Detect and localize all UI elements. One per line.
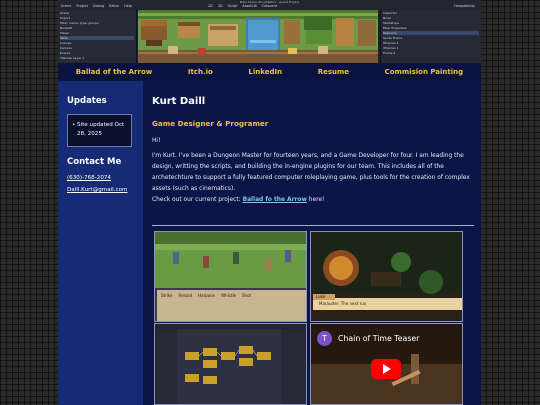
editor-menu-item: Editor bbox=[109, 4, 120, 8]
gameplay-art-1 bbox=[155, 232, 306, 321]
nav-link-resume[interactable]: Resume bbox=[318, 68, 349, 76]
inspector-row: Filter Properties bbox=[383, 26, 407, 30]
editor-menu: Scene Project Debug Editor Help bbox=[61, 4, 132, 9]
editor-scene-dock: Scene Import Filter: name, type, groups … bbox=[58, 10, 137, 63]
sidebar: Updates Site updated Oct 28, 2025 Contac… bbox=[58, 81, 143, 405]
editor-workspace-tabs: 2D 3D Script AssetLib Cutscene bbox=[208, 4, 277, 9]
scene-row: Table bbox=[60, 36, 134, 40]
gameplay-screenshot-2[interactable]: Luke Marauder: The next run bbox=[310, 231, 463, 322]
editor-tab: 2D bbox=[208, 4, 213, 8]
gameplay-screenshot-1[interactable]: Strike Reload Harpoon Whistle Shot bbox=[154, 231, 307, 322]
inspector-row: Resource bbox=[383, 31, 479, 35]
inspector-row: Hframes 1 bbox=[383, 41, 399, 45]
inspector-row: Node bbox=[383, 16, 391, 20]
channel-avatar[interactable]: T bbox=[317, 331, 332, 346]
editor-inspector-dock: Inspector Node TableProps Filter Propert… bbox=[380, 10, 481, 63]
editor-menu-item: Debug bbox=[92, 4, 105, 8]
video-title[interactable]: Chain of Time Teaser bbox=[338, 334, 419, 343]
scene-row: Events bbox=[60, 51, 71, 55]
page-title: Kurt Daill bbox=[152, 96, 206, 107]
video-embed[interactable]: T Chain of Time Teaser bbox=[310, 323, 463, 405]
updates-heading: Updates bbox=[67, 96, 107, 106]
editor-menu-item: Help bbox=[124, 4, 132, 8]
gameplay-art-2 bbox=[311, 232, 462, 321]
contact-heading: Contact Me bbox=[67, 157, 122, 167]
scene-row: Node2D bbox=[60, 26, 73, 30]
project-suffix: here! bbox=[306, 197, 325, 203]
action-label: Strike bbox=[161, 293, 173, 298]
scene-row: Import bbox=[60, 16, 70, 20]
editor-tab: AssetLib bbox=[242, 4, 257, 8]
editor-tab: Cutscene bbox=[261, 4, 278, 8]
editor-screenshot-tile[interactable] bbox=[154, 323, 307, 405]
page: Main Scene (Proj)Sketch - Godot Engine S… bbox=[58, 0, 481, 405]
node-graph-art bbox=[155, 324, 306, 404]
nav-link-itchio[interactable]: Itch.io bbox=[188, 68, 213, 76]
top-nav: Ballad of the Arrow Itch.io LinkedIn Res… bbox=[58, 63, 481, 81]
role-subtitle: Game Designer & Programer bbox=[152, 119, 269, 128]
action-label: Shot bbox=[242, 293, 252, 298]
action-label: Harpoon bbox=[198, 293, 216, 298]
editor-tab: Script bbox=[227, 4, 238, 8]
greeting-text: Hi! bbox=[152, 138, 161, 144]
editor-viewport bbox=[138, 10, 378, 63]
scene-row: Player bbox=[60, 31, 70, 35]
action-label: Whistle bbox=[221, 293, 237, 298]
inspector-row: Frame 0 bbox=[383, 51, 396, 55]
updates-box: Site updated Oct 28, 2025 bbox=[67, 114, 132, 147]
action-label: Reload bbox=[178, 293, 193, 298]
scene-row: Scene bbox=[60, 11, 70, 15]
editor-banner-image: Main Scene (Proj)Sketch - Godot Engine S… bbox=[58, 0, 481, 63]
editor-tab: 3D bbox=[217, 4, 223, 8]
email-link[interactable]: Daill.Kurt@gmail.com bbox=[67, 187, 127, 193]
scene-row: Camera bbox=[60, 46, 72, 50]
dialog-text: Marauder: The next run bbox=[319, 301, 367, 306]
play-button[interactable] bbox=[371, 359, 401, 379]
pixel-art-map bbox=[138, 10, 378, 63]
inspector-row: Sprite Frame bbox=[383, 36, 403, 40]
inspector-row: TableProps bbox=[383, 21, 399, 25]
editor-renderer-label: Compatibility bbox=[453, 4, 475, 8]
update-item: Site updated Oct 28, 2025 bbox=[72, 121, 128, 139]
scene-row: Tilemap Layer 1 bbox=[60, 56, 85, 60]
phone-link[interactable]: (630)-768-2074 bbox=[67, 175, 111, 181]
updates-list: Site updated Oct 28, 2025 bbox=[72, 121, 128, 139]
inspector-row: Inspector bbox=[383, 11, 397, 15]
nav-link-ballad-of-the-arrow[interactable]: Ballad of the Arrow bbox=[76, 68, 152, 76]
nav-link-linkedin[interactable]: LinkedIn bbox=[248, 68, 282, 76]
scene-row: pickups bbox=[60, 41, 72, 45]
scene-row: Filter: name, type, groups bbox=[60, 21, 99, 25]
editor-menu-item: Project bbox=[76, 4, 88, 8]
editor-menu-item: Scene bbox=[61, 4, 72, 8]
nav-link-commision-painting[interactable]: Commision Painting bbox=[385, 68, 464, 76]
action-bar: Strike Reload Harpoon Whistle Shot bbox=[161, 293, 251, 298]
inspector-row: Vframes 1 bbox=[383, 46, 399, 50]
dialog-speaker: Luke bbox=[316, 294, 326, 299]
